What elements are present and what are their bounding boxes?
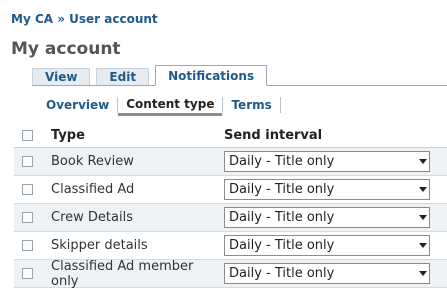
tab-notifications[interactable]: Notifications bbox=[155, 65, 268, 86]
row-checkbox[interactable] bbox=[22, 268, 33, 279]
send-interval-select[interactable]: Daily - Title only bbox=[224, 179, 430, 200]
row-type: Book Review bbox=[51, 154, 134, 169]
page-title: My account bbox=[11, 39, 121, 59]
table-row: Classified Ad Daily - Title only bbox=[14, 176, 447, 204]
chevron-down-icon bbox=[419, 243, 427, 248]
subtab-overview[interactable]: Overview bbox=[38, 96, 117, 114]
tab-view[interactable]: View bbox=[32, 68, 91, 86]
send-interval-value: Daily - Title only bbox=[229, 210, 335, 225]
table-header: Type Send interval bbox=[14, 123, 447, 148]
row-checkbox[interactable] bbox=[22, 184, 33, 195]
table-row: Classified Ad member only Daily - Title … bbox=[14, 258, 447, 289]
send-interval-value: Daily - Title only bbox=[229, 182, 335, 197]
row-type: Crew Details bbox=[51, 210, 133, 225]
row-type: Classified Ad bbox=[51, 182, 135, 197]
secondary-tabs: Overview Content type Terms bbox=[38, 93, 281, 117]
subtab-separator bbox=[279, 97, 281, 113]
select-all-checkbox[interactable] bbox=[22, 129, 33, 141]
send-interval-select[interactable]: Daily - Title only bbox=[224, 263, 430, 284]
row-checkbox[interactable] bbox=[22, 240, 33, 251]
row-type: Skipper details bbox=[51, 238, 148, 253]
subscriptions-table: Type Send interval Book Review Daily - T… bbox=[14, 123, 447, 289]
header-type: Type bbox=[51, 127, 85, 143]
breadcrumb[interactable]: My CA » User account bbox=[11, 12, 158, 26]
row-checkbox[interactable] bbox=[22, 212, 33, 223]
header-send-interval: Send interval bbox=[224, 127, 323, 143]
send-interval-select[interactable]: Daily - Title only bbox=[224, 235, 430, 256]
chevron-down-icon bbox=[419, 187, 427, 192]
chevron-down-icon bbox=[419, 215, 427, 220]
send-interval-value: Daily - Title only bbox=[229, 266, 335, 281]
row-checkbox[interactable] bbox=[22, 156, 33, 167]
send-interval-select[interactable]: Daily - Title only bbox=[224, 151, 430, 172]
table-row: Crew Details Daily - Title only bbox=[14, 204, 447, 232]
chevron-down-icon bbox=[419, 271, 427, 276]
table-row: Book Review Daily - Title only bbox=[14, 148, 447, 176]
chevron-down-icon bbox=[419, 159, 427, 164]
tab-edit[interactable]: Edit bbox=[96, 68, 150, 86]
row-type: Classified Ad member only bbox=[51, 258, 194, 289]
subtab-terms[interactable]: Terms bbox=[223, 96, 279, 114]
table-row: Skipper details Daily - Title only bbox=[14, 232, 447, 260]
send-interval-value: Daily - Title only bbox=[229, 154, 335, 169]
primary-tabs: View Edit Notifications bbox=[32, 65, 273, 86]
send-interval-value: Daily - Title only bbox=[229, 238, 335, 253]
subtab-content-type[interactable]: Content type bbox=[118, 95, 223, 116]
send-interval-select[interactable]: Daily - Title only bbox=[224, 207, 430, 228]
